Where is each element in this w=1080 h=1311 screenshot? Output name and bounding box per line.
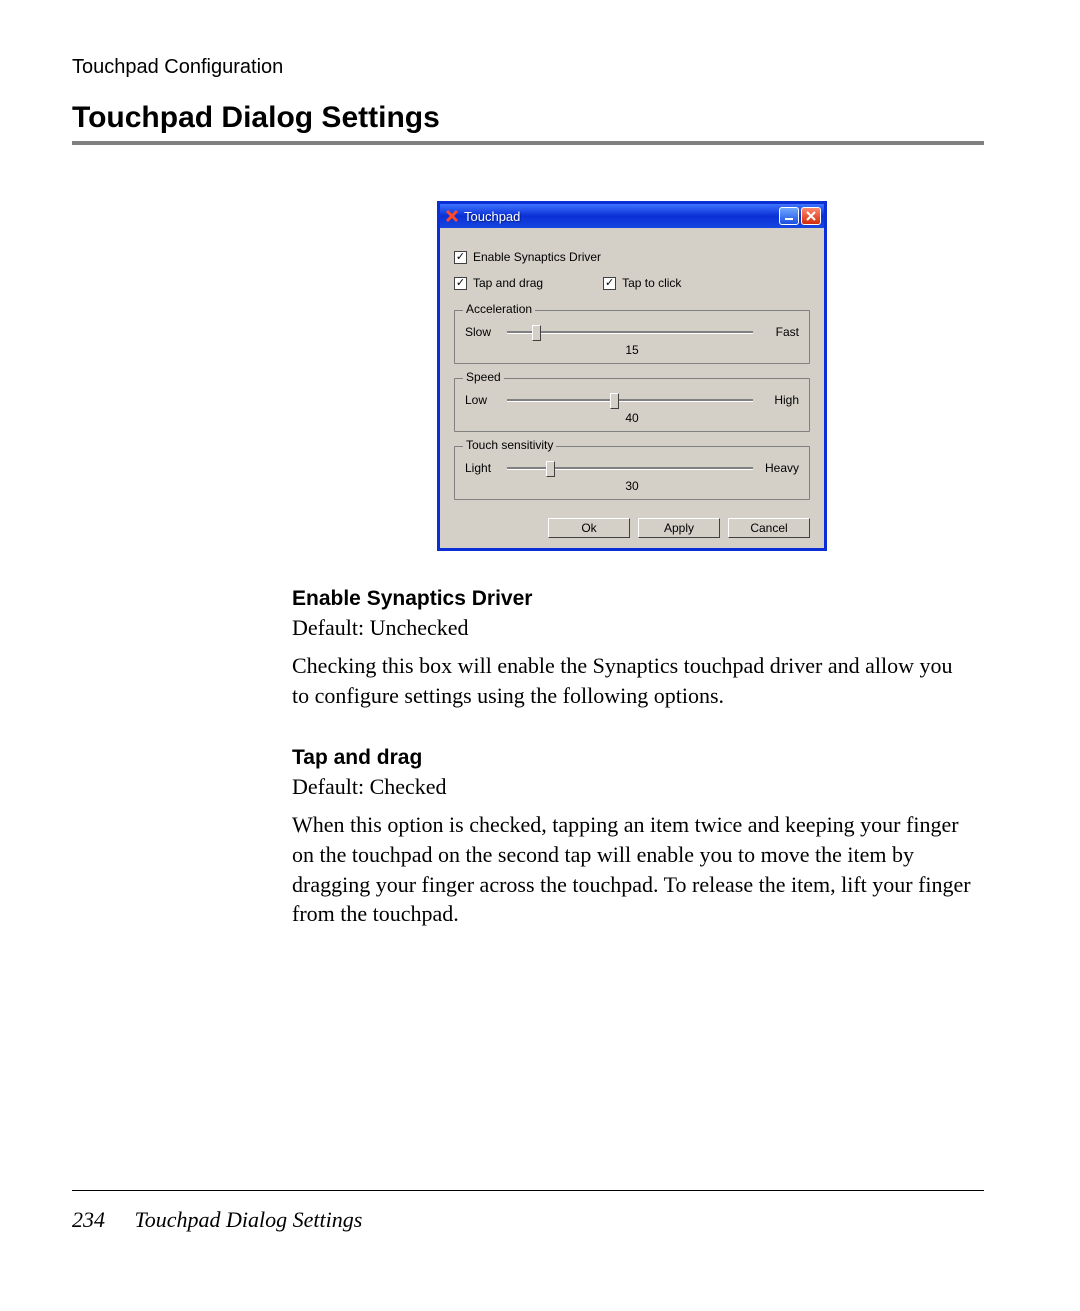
slider-thumb[interactable]: [610, 393, 619, 409]
footer-rule: [72, 1190, 984, 1191]
acceleration-slider[interactable]: [507, 323, 753, 341]
titlebar[interactable]: Touchpad: [440, 204, 824, 228]
slider-right-label: High: [759, 393, 799, 407]
group-sensitivity: Touch sensitivity Light Heavy 30: [454, 446, 810, 500]
titlebar-text: Touchpad: [464, 209, 520, 224]
option-body: When this option is checked, tapping an …: [292, 810, 972, 929]
page-footer: 234 Touchpad Dialog Settings: [72, 1207, 984, 1233]
slider-value: 40: [465, 411, 799, 425]
checkbox-icon: ✓: [454, 251, 467, 264]
cancel-button[interactable]: Cancel: [728, 518, 810, 538]
slider-right-label: Heavy: [759, 461, 799, 475]
slider-value: 30: [465, 479, 799, 493]
group-legend: Speed: [463, 370, 504, 384]
section-title: Touchpad Dialog Settings: [72, 101, 984, 135]
slider-right-label: Fast: [759, 325, 799, 339]
group-legend: Acceleration: [463, 302, 535, 316]
speed-slider[interactable]: [507, 391, 753, 409]
option-body: Checking this box will enable the Synapt…: [292, 651, 972, 710]
close-button[interactable]: [801, 207, 821, 225]
slider-thumb[interactable]: [546, 461, 555, 477]
dialog-button-row: Ok Apply Cancel: [454, 518, 810, 538]
content-column: Touchpad ✓ Enable Synaptics Driver: [292, 201, 972, 929]
slider-left-label: Light: [465, 461, 501, 475]
slider-value: 15: [465, 343, 799, 357]
footer-title: Touchpad Dialog Settings: [135, 1207, 363, 1232]
running-head: Touchpad Configuration: [72, 56, 984, 79]
slider-thumb[interactable]: [532, 325, 541, 341]
apply-button[interactable]: Apply: [638, 518, 720, 538]
checkbox-enable-driver[interactable]: ✓ Enable Synaptics Driver: [454, 250, 810, 264]
checkbox-label: Enable Synaptics Driver: [473, 250, 601, 264]
checkbox-tap-to-click[interactable]: ✓ Tap to click: [603, 276, 681, 290]
slider-left-label: Low: [465, 393, 501, 407]
ok-button[interactable]: Ok: [548, 518, 630, 538]
checkbox-icon: ✓: [603, 277, 616, 290]
app-icon: [444, 208, 460, 224]
group-acceleration: Acceleration Slow Fast 15: [454, 310, 810, 364]
option-heading: Enable Synaptics Driver: [292, 587, 972, 611]
option-default: Default: Unchecked: [292, 615, 972, 641]
dialog-body: ✓ Enable Synaptics Driver ✓ Tap and drag…: [440, 228, 824, 548]
slider-left-label: Slow: [465, 325, 501, 339]
checkbox-label: Tap to click: [622, 276, 681, 290]
group-legend: Touch sensitivity: [463, 438, 556, 452]
group-speed: Speed Low High 40: [454, 378, 810, 432]
touchpad-dialog: Touchpad ✓ Enable Synaptics Driver: [437, 201, 827, 551]
checkbox-label: Tap and drag: [473, 276, 543, 290]
page-number: 234: [72, 1207, 105, 1232]
dialog-figure: Touchpad ✓ Enable Synaptics Driver: [292, 201, 972, 551]
document-page: Touchpad Configuration Touchpad Dialog S…: [0, 0, 1080, 1311]
option-heading: Tap and drag: [292, 746, 972, 770]
option-default: Default: Checked: [292, 774, 972, 800]
section-rule: [72, 141, 984, 145]
checkbox-icon: ✓: [454, 277, 467, 290]
checkbox-tap-and-drag[interactable]: ✓ Tap and drag: [454, 276, 543, 290]
minimize-button[interactable]: [779, 207, 799, 225]
sensitivity-slider[interactable]: [507, 459, 753, 477]
